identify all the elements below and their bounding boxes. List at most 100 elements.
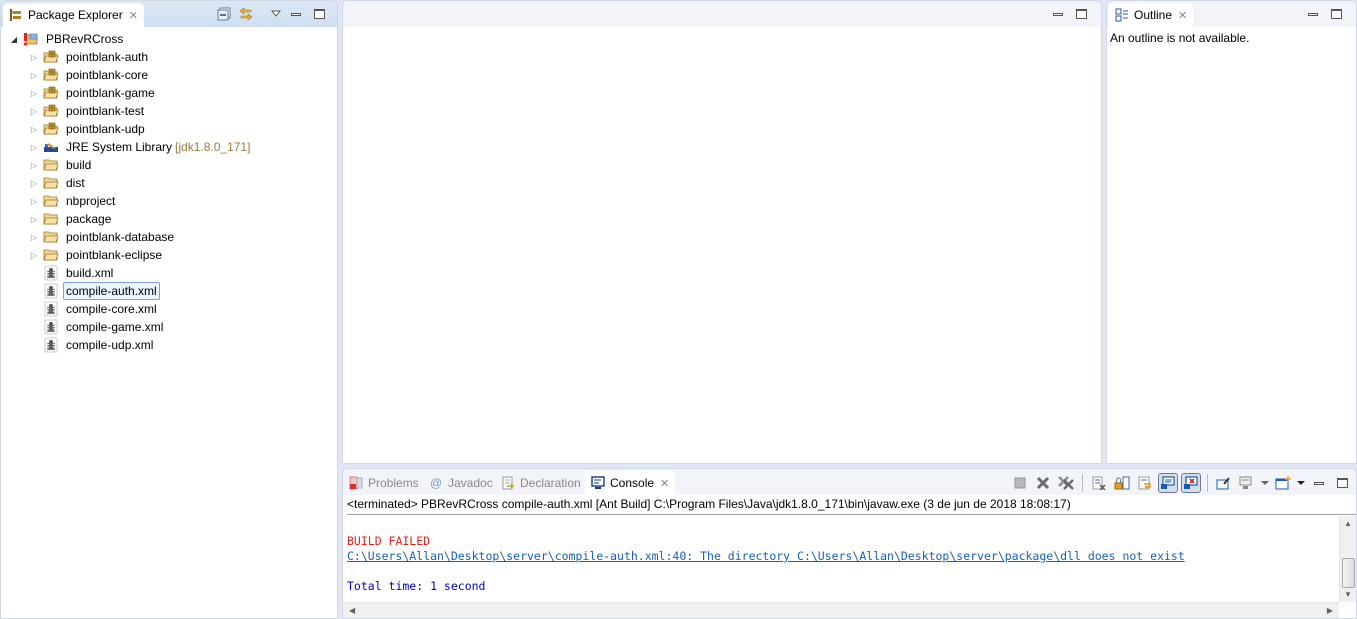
collapsed-triangle-icon[interactable]: ▷: [29, 88, 39, 98]
tree-item[interactable]: ▷ build: [29, 156, 94, 174]
scroll-left-arrow-icon[interactable]: ◀: [349, 606, 355, 615]
remove-launch-icon[interactable]: [1033, 473, 1053, 493]
collapsed-triangle-icon[interactable]: ▷: [29, 160, 39, 170]
tree-label: pointblank-core: [63, 66, 151, 84]
display-console-dropdown-icon[interactable]: [1260, 473, 1270, 493]
tab-label: Problems: [368, 476, 419, 490]
word-wrap-icon[interactable]: [1135, 473, 1155, 493]
collapsed-triangle-icon[interactable]: ▷: [29, 106, 39, 116]
collapse-all-icon[interactable]: [217, 7, 231, 21]
tab-label: Console: [610, 476, 655, 490]
show-console-on-stderr-icon[interactable]: [1181, 473, 1201, 493]
tree-item[interactable]: ▷ pointblank-game: [29, 84, 158, 102]
scrollbar-thumb[interactable]: [1342, 558, 1355, 588]
editor-area[interactable]: [342, 0, 1102, 464]
collapsed-triangle-icon[interactable]: ▷: [29, 52, 39, 62]
tree-label-text: pointblank-core: [66, 68, 149, 82]
vertical-scrollbar[interactable]: ▲ ▼: [1339, 516, 1356, 602]
tree-root-project[interactable]: ◢ PBRevRCross: [9, 30, 126, 48]
maximize-button[interactable]: [312, 7, 326, 21]
tree-label: pointblank-test: [63, 102, 147, 120]
minimize-button[interactable]: [1309, 473, 1329, 493]
collapsed-triangle-icon[interactable]: ▷: [29, 232, 39, 242]
folder-icon: [43, 193, 59, 209]
ant-file-icon: [43, 283, 59, 299]
scroll-up-arrow-icon[interactable]: ▲: [1344, 519, 1352, 528]
terminate-icon[interactable]: [1010, 473, 1030, 493]
minimize-button[interactable]: [1051, 7, 1065, 21]
tree-item[interactable]: compile-game.xml: [29, 318, 166, 336]
minimize-button[interactable]: [1306, 7, 1320, 21]
tab-declaration[interactable]: Declaration: [495, 471, 587, 495]
tab-javadoc[interactable]: @ Javadoc: [423, 471, 499, 495]
console-output[interactable]: BUILD FAILED C:\Users\Allan\Desktop\serv…: [343, 516, 1339, 602]
tree-item[interactable]: ▷ pointblank-database: [29, 228, 177, 246]
collapsed-triangle-icon[interactable]: ▷: [29, 214, 39, 224]
tree-item[interactable]: ▷ pointblank-test: [29, 102, 147, 120]
tree-label: compile-game.xml: [63, 318, 166, 336]
collapsed-triangle-icon[interactable]: ▷: [29, 142, 39, 152]
close-icon[interactable]: ✕: [129, 9, 138, 22]
tree-label: package: [63, 210, 114, 228]
ant-file-icon: [43, 319, 59, 335]
collapsed-triangle-icon[interactable]: ▷: [29, 196, 39, 206]
tree-item[interactable]: build.xml: [29, 264, 116, 282]
outline-icon: [1115, 8, 1129, 22]
link-with-editor-icon[interactable]: [238, 7, 252, 21]
tree-item[interactable]: compile-udp.xml: [29, 336, 156, 354]
tree-label-text: pointblank-database: [66, 230, 175, 244]
source-folder-icon: [43, 103, 59, 119]
tree-item[interactable]: compile-core.xml: [29, 300, 160, 318]
minimize-button[interactable]: [289, 7, 303, 21]
tree-label-text: nbproject: [66, 194, 116, 208]
view-menu-icon[interactable]: [269, 7, 283, 21]
display-selected-console-icon[interactable]: [1237, 473, 1257, 493]
tab-problems[interactable]: Problems: [343, 471, 425, 495]
scroll-lock-icon[interactable]: [1112, 473, 1132, 493]
scroll-right-arrow-icon[interactable]: ▶: [1327, 606, 1333, 615]
tree-label: compile-udp.xml: [63, 336, 156, 354]
close-icon[interactable]: ✕: [660, 477, 669, 490]
tree-label: dist: [63, 174, 88, 192]
tree-item[interactable]: ▷ package: [29, 210, 114, 228]
tree-item[interactable]: ▷ pointblank-auth: [29, 48, 151, 66]
tree-item[interactable]: ▷ pointblank-udp: [29, 120, 148, 138]
collapsed-triangle-icon[interactable]: ▷: [29, 70, 39, 80]
tree-item[interactable]: ▷ nbproject: [29, 192, 118, 210]
remove-all-terminated-icon[interactable]: [1056, 473, 1076, 493]
tab-label: Outline: [1134, 8, 1173, 22]
show-console-on-stdout-icon[interactable]: [1158, 473, 1178, 493]
tree-item[interactable]: ▷ JRE System Library [jdk1.8.0_171]: [29, 138, 253, 156]
close-icon[interactable]: ✕: [1178, 9, 1187, 22]
collapsed-triangle-icon[interactable]: ▷: [29, 178, 39, 188]
tree-item[interactable]: ▷ dist: [29, 174, 88, 192]
tree-item[interactable]: ▷ pointblank-core: [29, 66, 151, 84]
editor-header: [343, 1, 1101, 27]
console-toolbar: [1010, 473, 1352, 493]
tree-item[interactable]: ▷ pointblank-eclipse: [29, 246, 165, 264]
source-folder-icon: [43, 85, 59, 101]
tree-item[interactable]: compile-auth.xml: [29, 282, 160, 300]
clear-console-icon[interactable]: [1089, 473, 1109, 493]
tab-console[interactable]: Console ✕: [585, 471, 676, 495]
tree-label: PBRevRCross: [46, 32, 124, 46]
tree-label-text: compile-auth.xml: [66, 284, 157, 298]
maximize-button[interactable]: [1332, 473, 1352, 493]
tree-label-text: JRE System Library: [66, 140, 173, 154]
maximize-button[interactable]: [1074, 7, 1088, 21]
open-console-icon[interactable]: [1273, 473, 1293, 493]
javadoc-at-icon: @: [429, 476, 443, 490]
scroll-down-arrow-icon[interactable]: ▼: [1344, 590, 1352, 599]
open-console-dropdown-icon[interactable]: [1296, 473, 1306, 493]
tree-label-text: pointblank-auth: [66, 50, 149, 64]
expanded-triangle-icon[interactable]: ◢: [9, 34, 19, 44]
error-location-link[interactable]: C:\Users\Allan\Desktop\server\compile-au…: [347, 549, 1335, 564]
tab-package-explorer[interactable]: Package Explorer ✕: [3, 3, 144, 27]
collapsed-triangle-icon[interactable]: ▷: [29, 124, 39, 134]
folder-icon: [43, 211, 59, 227]
pin-console-icon[interactable]: [1214, 473, 1234, 493]
tab-outline[interactable]: Outline ✕: [1109, 3, 1194, 27]
collapsed-triangle-icon[interactable]: ▷: [29, 250, 39, 260]
horizontal-scrollbar[interactable]: ◀ ▶: [343, 602, 1339, 618]
maximize-button[interactable]: [1329, 7, 1343, 21]
